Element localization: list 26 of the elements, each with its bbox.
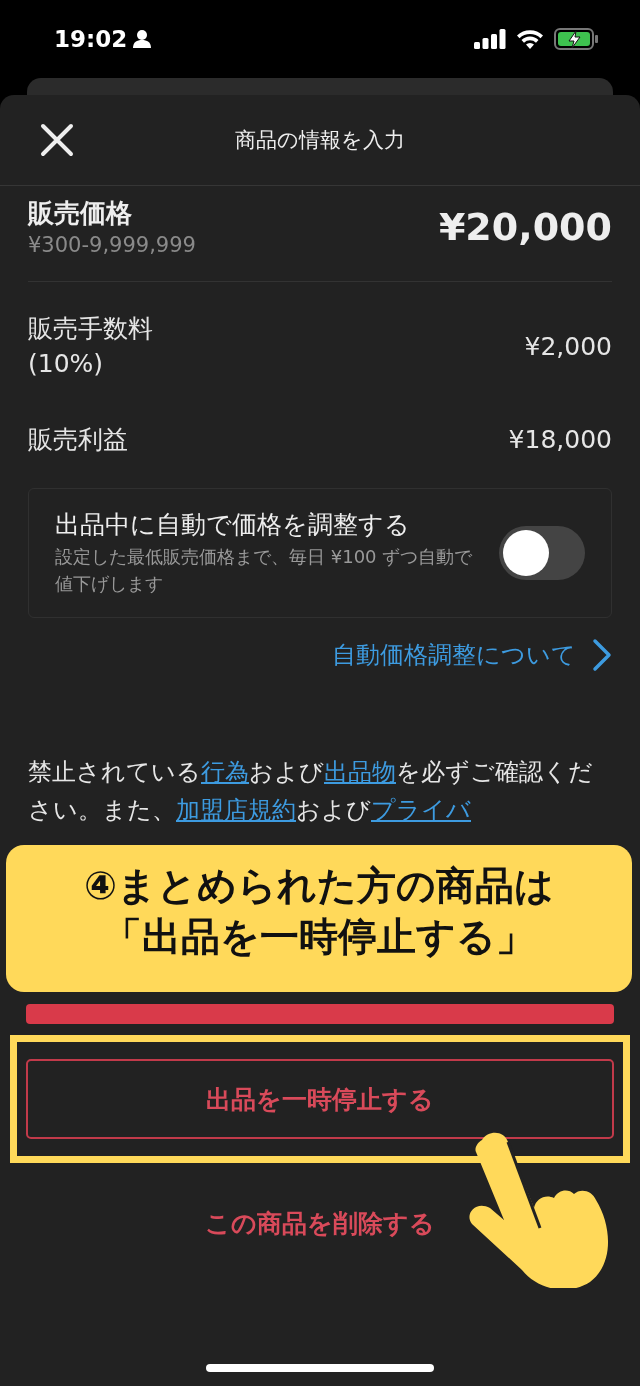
text-link[interactable]: 加盟店規約 bbox=[176, 795, 296, 824]
toggle-switch[interactable] bbox=[499, 526, 585, 580]
setting-title: 出品中に自動で価格を調整する bbox=[55, 508, 411, 541]
callout-banner: ④まとめられた方の商品は 「出品を一時停止する」 bbox=[6, 845, 632, 993]
battery-icon bbox=[554, 28, 598, 50]
text-link[interactable]: 行為 bbox=[201, 758, 249, 786]
chevron-icon bbox=[592, 638, 612, 672]
sheet-title: 商品の情報を入力 bbox=[234, 127, 406, 154]
pause-listing-button[interactable]: 出品を一時停止する bbox=[26, 1059, 614, 1139]
price-value: ¥20,000 bbox=[438, 204, 612, 249]
row-label: 販売利益 bbox=[28, 423, 128, 456]
person-icon bbox=[133, 29, 152, 49]
info-link[interactable]: 自動価格調整について bbox=[332, 638, 612, 672]
close-button[interactable] bbox=[40, 123, 74, 157]
setting-description: 設定した最低販売価格まで、毎日 ¥100 ずつ自動で値下げします bbox=[55, 545, 474, 597]
row-label: 販売手数料 (10%) bbox=[28, 313, 153, 380]
status-time: 19:02 bbox=[54, 26, 128, 52]
text-link[interactable]: 出品物 bbox=[324, 758, 396, 786]
delete-link[interactable]: この商品を削除する bbox=[205, 1207, 435, 1240]
text-link[interactable]: プライバ bbox=[371, 795, 471, 824]
signal-icon bbox=[474, 29, 506, 49]
row-value: ¥2,000 bbox=[524, 331, 612, 361]
price-range: ¥300-9,999,999 bbox=[28, 233, 196, 257]
row-value: ¥18,000 bbox=[508, 424, 612, 454]
price-label: 販売価格 bbox=[28, 197, 133, 230]
wifi-icon bbox=[516, 29, 544, 49]
